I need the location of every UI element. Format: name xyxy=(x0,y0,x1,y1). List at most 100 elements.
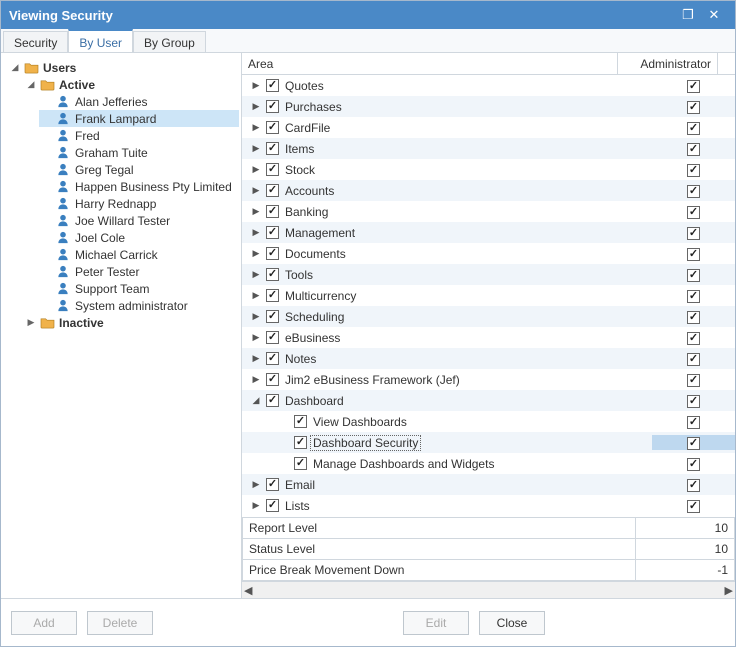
admin-checkbox[interactable] xyxy=(687,143,700,156)
expand-icon[interactable]: ▶ xyxy=(250,500,262,511)
add-button[interactable]: Add xyxy=(11,611,77,635)
collapse-icon[interactable]: ◢ xyxy=(25,79,37,90)
grid-row[interactable]: Dashboard Security xyxy=(242,432,735,453)
tree-node-users[interactable]: ◢ Users xyxy=(7,59,239,76)
admin-checkbox[interactable] xyxy=(687,458,700,471)
grid-row[interactable]: ▶Stock xyxy=(242,159,735,180)
collapse-icon[interactable]: ◢ xyxy=(9,62,21,73)
expand-icon[interactable]: ▶ xyxy=(250,290,262,301)
area-checkbox[interactable] xyxy=(266,247,279,260)
expand-icon[interactable]: ▶ xyxy=(250,227,262,238)
tab-by-user[interactable]: By User xyxy=(68,29,133,52)
expand-icon[interactable]: ▶ xyxy=(250,332,262,343)
tree-user-item[interactable]: Happen Business Pty Limited xyxy=(39,178,239,195)
grid-row[interactable]: ▶Documents xyxy=(242,243,735,264)
grid-row[interactable]: Manage Dashboards and Widgets xyxy=(242,453,735,474)
area-checkbox[interactable] xyxy=(266,331,279,344)
admin-checkbox[interactable] xyxy=(687,164,700,177)
admin-checkbox[interactable] xyxy=(687,206,700,219)
expand-icon[interactable]: ▶ xyxy=(250,122,262,133)
admin-checkbox[interactable] xyxy=(687,185,700,198)
grid-row[interactable]: View Dashboards xyxy=(242,411,735,432)
grid-row[interactable]: ▶Purchases xyxy=(242,96,735,117)
area-checkbox[interactable] xyxy=(294,436,307,449)
grid-row[interactable]: ▶Management xyxy=(242,222,735,243)
grid-row[interactable]: ◢Dashboard xyxy=(242,390,735,411)
admin-checkbox[interactable] xyxy=(687,374,700,387)
grid-row[interactable]: ▶Scheduling xyxy=(242,306,735,327)
close-button[interactable]: Close xyxy=(479,611,545,635)
grid-body[interactable]: ▶Quotes▶Purchases▶CardFile▶Items▶Stock▶A… xyxy=(242,75,735,517)
expand-icon[interactable]: ▶ xyxy=(250,479,262,490)
expand-icon[interactable]: ▶ xyxy=(250,164,262,175)
expand-icon[interactable]: ▶ xyxy=(250,185,262,196)
tree-user-item[interactable]: System administrator xyxy=(39,297,239,314)
grid-row[interactable]: ▶Jim2 eBusiness Framework (Jef) xyxy=(242,369,735,390)
expand-icon[interactable]: ▶ xyxy=(250,353,262,364)
expand-icon[interactable]: ▶ xyxy=(250,206,262,217)
admin-checkbox[interactable] xyxy=(687,437,700,450)
tree-user-item[interactable]: Harry Rednapp xyxy=(39,195,239,212)
area-checkbox[interactable] xyxy=(266,352,279,365)
tree-user-item[interactable]: Support Team xyxy=(39,280,239,297)
scroll-left-icon[interactable]: ◀ xyxy=(244,584,252,597)
area-checkbox[interactable] xyxy=(266,373,279,386)
admin-checkbox[interactable] xyxy=(687,269,700,282)
expand-icon[interactable]: ▶ xyxy=(250,101,262,112)
grid-row[interactable]: ▶Banking xyxy=(242,201,735,222)
tab-by-group[interactable]: By Group xyxy=(133,31,206,52)
area-checkbox[interactable] xyxy=(266,394,279,407)
area-checkbox[interactable] xyxy=(266,268,279,281)
area-checkbox[interactable] xyxy=(266,289,279,302)
area-checkbox[interactable] xyxy=(266,184,279,197)
col-header-area[interactable]: Area xyxy=(242,53,618,74)
area-checkbox[interactable] xyxy=(266,100,279,113)
admin-checkbox[interactable] xyxy=(687,332,700,345)
tree-user-item[interactable]: Michael Carrick xyxy=(39,246,239,263)
admin-checkbox[interactable] xyxy=(687,311,700,324)
grid-row[interactable]: ▶Tools xyxy=(242,264,735,285)
restore-icon[interactable]: ❐ xyxy=(675,7,701,23)
admin-checkbox[interactable] xyxy=(687,227,700,240)
grid-row[interactable]: ▶Accounts xyxy=(242,180,735,201)
tree-user-item[interactable]: Frank Lampard xyxy=(39,110,239,127)
tree-user-item[interactable]: Peter Tester xyxy=(39,263,239,280)
grid-row[interactable]: ▶CardFile xyxy=(242,117,735,138)
area-checkbox[interactable] xyxy=(266,163,279,176)
tree-node-inactive[interactable]: ▶ Inactive xyxy=(23,314,239,331)
tab-security[interactable]: Security xyxy=(3,31,68,52)
admin-checkbox[interactable] xyxy=(687,101,700,114)
expand-icon[interactable]: ▶ xyxy=(250,374,262,385)
tree-user-item[interactable]: Greg Tegal xyxy=(39,161,239,178)
admin-checkbox[interactable] xyxy=(687,248,700,261)
admin-checkbox[interactable] xyxy=(687,80,700,93)
edit-button[interactable]: Edit xyxy=(403,611,469,635)
collapse-icon[interactable]: ◢ xyxy=(250,395,262,406)
area-checkbox[interactable] xyxy=(266,142,279,155)
delete-button[interactable]: Delete xyxy=(87,611,153,635)
tree-user-item[interactable]: Joe Willard Tester xyxy=(39,212,239,229)
close-icon[interactable]: ✕ xyxy=(701,7,727,23)
area-checkbox[interactable] xyxy=(294,457,307,470)
area-checkbox[interactable] xyxy=(266,79,279,92)
tree-user-item[interactable]: Fred xyxy=(39,127,239,144)
grid-row[interactable]: ▶Quotes xyxy=(242,75,735,96)
admin-checkbox[interactable] xyxy=(687,290,700,303)
grid-row[interactable]: ▶Email xyxy=(242,474,735,495)
admin-checkbox[interactable] xyxy=(687,500,700,513)
horizontal-scrollbar[interactable]: ◀ ▶ xyxy=(242,581,735,598)
area-checkbox[interactable] xyxy=(266,310,279,323)
area-checkbox[interactable] xyxy=(266,499,279,512)
area-checkbox[interactable] xyxy=(266,226,279,239)
area-checkbox[interactable] xyxy=(266,121,279,134)
grid-row[interactable]: ▶eBusiness xyxy=(242,327,735,348)
tree-user-item[interactable]: Alan Jefferies xyxy=(39,93,239,110)
grid-row[interactable]: ▶Multicurrency xyxy=(242,285,735,306)
tree-user-item[interactable]: Graham Tuite xyxy=(39,144,239,161)
grid-row[interactable]: ▶Lists xyxy=(242,495,735,516)
expand-icon[interactable]: ▶ xyxy=(250,269,262,280)
tree-user-item[interactable]: Joel Cole xyxy=(39,229,239,246)
tree-node-active[interactable]: ◢ Active xyxy=(23,76,239,93)
col-header-admin[interactable]: Administrator xyxy=(618,53,718,74)
grid-row[interactable]: ▶Notes xyxy=(242,348,735,369)
